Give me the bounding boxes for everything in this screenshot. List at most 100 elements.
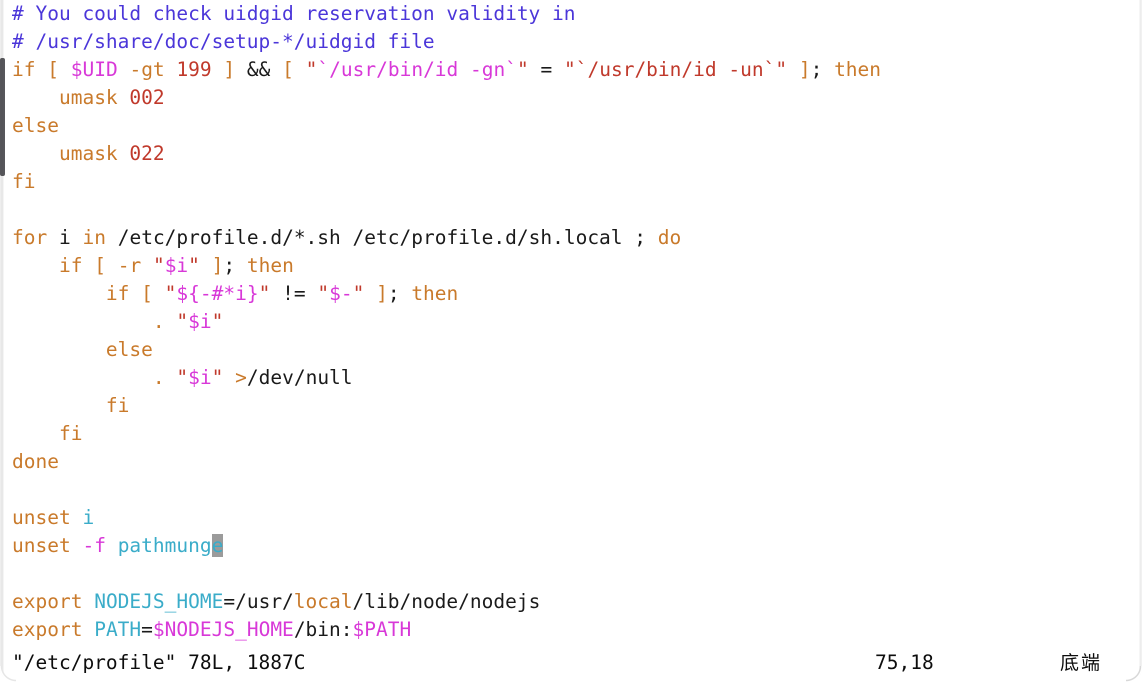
code-token: = (141, 618, 153, 641)
code-line[interactable]: export PATH=$NODEJS_HOME/bin:$PATH (0, 616, 1142, 644)
code-token: > (235, 366, 247, 389)
code-token: umask (58, 86, 118, 109)
code-line[interactable]: umask 002 (0, 84, 1142, 112)
code-line[interactable]: unset -f pathmunge (0, 532, 1142, 560)
code-token: -r (117, 254, 142, 277)
code-token: ${-#*i} (176, 282, 259, 305)
code-token: do (657, 226, 682, 249)
code-token: $i (164, 254, 189, 277)
code-token: fi (105, 394, 130, 417)
code-token: i (82, 506, 95, 529)
code-token: [ (141, 282, 153, 305)
editor-code-area[interactable]: # You could check uidgid reservation val… (0, 0, 1142, 644)
code-token: then (411, 282, 459, 305)
code-line[interactable]: fi (0, 168, 1142, 196)
code-token: ; (810, 58, 823, 81)
code-token: done (12, 450, 59, 473)
code-token: $PATH (352, 618, 412, 641)
code-line[interactable]: umask 022 (0, 140, 1142, 168)
code-line[interactable]: done (0, 448, 1142, 476)
code-token: " (258, 282, 271, 305)
code-token: # /usr/share/doc/setup-*/uidgid file (12, 30, 435, 53)
code-line[interactable]: unset i (0, 504, 1142, 532)
code-token: /usr/ (235, 590, 294, 613)
code-line[interactable]: if [ $UID -gt 199 ] && [ "`/usr/bin/id -… (0, 56, 1142, 84)
code-token: ] (211, 254, 224, 277)
code-token: umask (58, 142, 118, 165)
code-token: # You could check uidgid reservation val… (12, 2, 576, 25)
code-token: /etc/profile.d/*.sh /etc/profile.d/sh.lo… (117, 226, 623, 249)
code-token: != (282, 282, 306, 305)
code-line[interactable]: . "$i" >/dev/null (0, 364, 1142, 392)
code-token: " (317, 282, 330, 305)
code-token: [ (47, 58, 59, 81)
code-token: " (188, 254, 200, 277)
code-line[interactable]: fi (0, 420, 1142, 448)
code-token: 002 (129, 86, 165, 109)
code-line[interactable]: . "$i" (0, 308, 1142, 336)
code-line[interactable]: else (0, 112, 1142, 140)
code-token: unset (12, 534, 71, 557)
code-token: " (176, 366, 189, 389)
vertical-scrollbar[interactable] (0, 0, 5, 682)
code-token: 022 (129, 142, 165, 165)
code-token: -gt (129, 58, 165, 81)
status-scroll-indicator: 底端 (1060, 652, 1103, 674)
code-token: /dev/null (246, 366, 353, 389)
code-token: NODEJS_HOME (94, 590, 224, 613)
code-line[interactable]: # /usr/share/doc/setup-*/uidgid file (0, 28, 1142, 56)
code-line[interactable] (0, 196, 1142, 224)
code-line[interactable] (0, 560, 1142, 588)
code-line[interactable]: else (0, 336, 1142, 364)
code-token: /lib/node/nodejs (352, 590, 541, 613)
code-token: then (246, 254, 294, 277)
code-line[interactable]: # You could check uidgid reservation val… (0, 0, 1142, 28)
code-line[interactable] (0, 476, 1142, 504)
code-token: " (352, 282, 365, 305)
code-token: if (12, 58, 36, 81)
code-token: $i (188, 366, 212, 389)
code-token: [ (94, 254, 106, 277)
code-line[interactable]: if [ "${-#*i}" != "$-" ]; then (0, 280, 1142, 308)
scrollbar-thumb[interactable] (0, 58, 5, 176)
code-token: if (105, 282, 130, 305)
code-line[interactable]: export NODEJS_HOME=/usr/local/lib/node/n… (0, 588, 1142, 616)
code-line[interactable]: for i in /etc/profile.d/*.sh /etc/profil… (0, 224, 1142, 252)
code-token: " (305, 58, 318, 81)
code-line[interactable]: if [ -r "$i" ]; then (0, 252, 1142, 280)
code-token: [ (282, 58, 294, 81)
terminal-window: # You could check uidgid reservation val… (0, 0, 1142, 682)
code-line[interactable]: fi (0, 392, 1142, 420)
